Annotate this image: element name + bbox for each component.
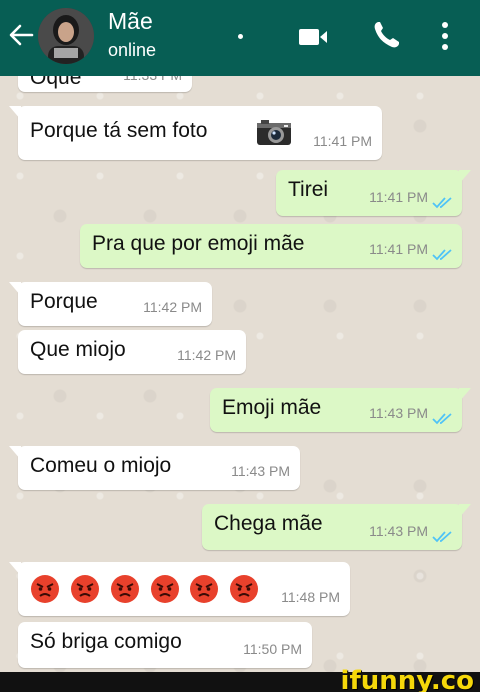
message-time: 11:48 PM [281, 589, 340, 605]
video-call-icon[interactable] [298, 26, 328, 48]
chat-background: Oque 11:33 PM Porque tá sem foto 11:41 P… [0, 76, 480, 672]
message-text: Chega mãe [214, 512, 323, 535]
bubble-tail [459, 388, 471, 402]
message-text: Pra que por emoji mãe [92, 232, 305, 255]
message-time: 11:42 PM [143, 299, 202, 315]
angry-face-icon [70, 575, 99, 603]
angry-face-icon [230, 575, 259, 603]
message-bubble-outgoing[interactable]: Pra que por emoji mãe 11:41 PM [80, 224, 462, 268]
double-check-icon [432, 413, 452, 425]
message-time: 11:42 PM [177, 347, 236, 363]
double-check-icon [432, 197, 452, 209]
double-check-icon [432, 531, 452, 543]
message-time: 11:41 PM [369, 241, 428, 257]
message-time: 11:41 PM [313, 133, 372, 149]
message-time: 11:43 PM [369, 405, 428, 421]
emoji-row [30, 574, 263, 604]
message-bubble-incoming[interactable]: Comeu o miojo 11:43 PM [9, 446, 300, 490]
more-options-icon[interactable] [440, 20, 450, 52]
message-bubble-incoming[interactable]: Porque tá sem foto 11:41 PM [9, 106, 382, 160]
message-time: 11:41 PM [369, 189, 428, 205]
angry-face-icon [190, 575, 219, 603]
bubble-tail [459, 504, 471, 518]
message-time: 11:33 PM [123, 76, 182, 88]
bubble-tail [9, 446, 21, 460]
separator-dot [238, 34, 243, 39]
message-bubble-incoming[interactable]: Que miojo 11:42 PM [18, 330, 246, 374]
message-text: Porque [30, 290, 98, 313]
message-bubble-incoming[interactable]: Porque 11:42 PM [9, 282, 212, 326]
message-text: Oque [30, 76, 82, 89]
phone-call-icon[interactable] [372, 20, 400, 50]
contact-avatar[interactable] [38, 8, 94, 64]
message-time: 11:43 PM [231, 463, 290, 479]
bubble-tail [9, 562, 21, 576]
message-bubble-incoming[interactable]: Oque 11:33 PM [18, 76, 192, 92]
chat-header: Mãe online [0, 0, 480, 76]
message-text: Que miojo [30, 338, 126, 361]
message-bubble-outgoing[interactable]: Emoji mãe 11:43 PM [210, 388, 471, 432]
message-bubble-outgoing[interactable]: Chega mãe 11:43 PM [202, 504, 471, 550]
contact-name[interactable]: Mãe [108, 8, 153, 35]
message-text: Tirei [288, 178, 329, 201]
angry-face-icon [150, 575, 179, 603]
message-text: Emoji mãe [222, 396, 322, 419]
bubble-tail [9, 106, 21, 120]
double-check-icon [432, 249, 452, 261]
camera-emoji-icon [257, 120, 291, 145]
message-time: 11:50 PM [243, 641, 302, 657]
message-time: 11:43 PM [369, 523, 428, 539]
message-text: Só briga comigo [30, 630, 182, 653]
message-text: Comeu o miojo [30, 454, 172, 477]
message-text: Porque tá sem foto [30, 119, 208, 142]
angry-face-icon [31, 575, 59, 603]
bubble-tail [459, 170, 471, 184]
message-bubble-incoming[interactable]: 11:48 PM [9, 562, 350, 616]
ifunny-watermark: ifunny.co [340, 666, 474, 692]
angry-face-icon [110, 575, 139, 603]
message-bubble-incoming[interactable]: Só briga comigo 11:50 PM [18, 622, 312, 668]
contact-status: online [108, 40, 157, 60]
message-bubble-outgoing[interactable]: Tirei 11:41 PM [276, 170, 471, 216]
bubble-tail [9, 282, 21, 296]
avatar-photo-icon [38, 8, 94, 64]
back-arrow-icon[interactable] [8, 22, 34, 48]
